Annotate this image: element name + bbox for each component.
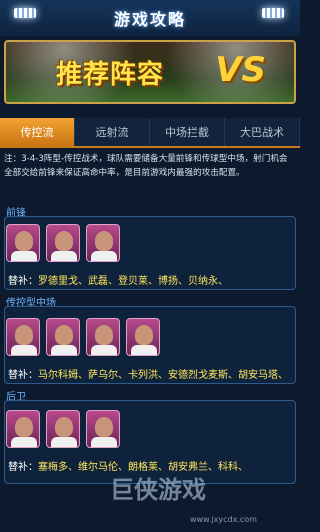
subs-list: 马尔科姆、萨乌尔、卡列洪、安德烈戈麦斯、胡安马塔、 xyxy=(38,370,288,381)
player-card[interactable] xyxy=(86,224,120,262)
tab-midfield-intercept[interactable]: 中场拦截 xyxy=(150,118,225,146)
watermark-url: www.jxycdx.com xyxy=(190,515,257,524)
player-card[interactable] xyxy=(86,410,120,448)
page-title: 游戏攻略 xyxy=(113,10,186,29)
subs-label: 替补： xyxy=(8,276,38,287)
tactic-note: 注：3-4-3阵型-传控战术，球队需要储备大量前锋和传球型中场，射门机会全部交给… xyxy=(4,154,288,178)
player-card[interactable] xyxy=(6,224,40,262)
player-card[interactable] xyxy=(46,224,80,262)
player-card[interactable] xyxy=(126,318,160,356)
forward-cards xyxy=(6,224,120,262)
player-card[interactable] xyxy=(86,318,120,356)
header: 游戏攻略 xyxy=(0,0,300,36)
player-card[interactable] xyxy=(6,318,40,356)
midfield-cards xyxy=(6,318,160,356)
tab-park-the-bus[interactable]: 大巴战术 xyxy=(225,118,300,146)
stadium-light-icon xyxy=(262,8,284,18)
tab-long-shot[interactable]: 远射流 xyxy=(75,118,150,146)
forward-substitutes: 替补：罗德里戈、武磊、登贝莱、博扬、贝纳永、 xyxy=(8,272,228,287)
stadium-light-icon xyxy=(14,8,36,18)
player-card[interactable] xyxy=(46,410,80,448)
banner-title: 推荐阵容 xyxy=(56,60,165,90)
player-card[interactable] xyxy=(46,318,80,356)
midfield-substitutes: 替补：马尔科姆、萨乌尔、卡列洪、安德烈戈麦斯、胡安马塔、 xyxy=(8,366,288,381)
tactic-tabs: 传控流 远射流 中场拦截 大巴战术 xyxy=(0,118,300,148)
subs-label: 替补： xyxy=(8,462,38,473)
player-card[interactable] xyxy=(6,410,40,448)
subs-list: 罗德里戈、武磊、登贝莱、博扬、贝纳永、 xyxy=(38,276,228,287)
tab-possession[interactable]: 传控流 xyxy=(0,118,75,146)
subs-label: 替补： xyxy=(8,370,38,381)
recommended-lineup-banner: 推荐阵容 VS xyxy=(4,40,296,104)
defender-cards xyxy=(6,410,120,448)
vs-logo: VS xyxy=(215,50,266,90)
